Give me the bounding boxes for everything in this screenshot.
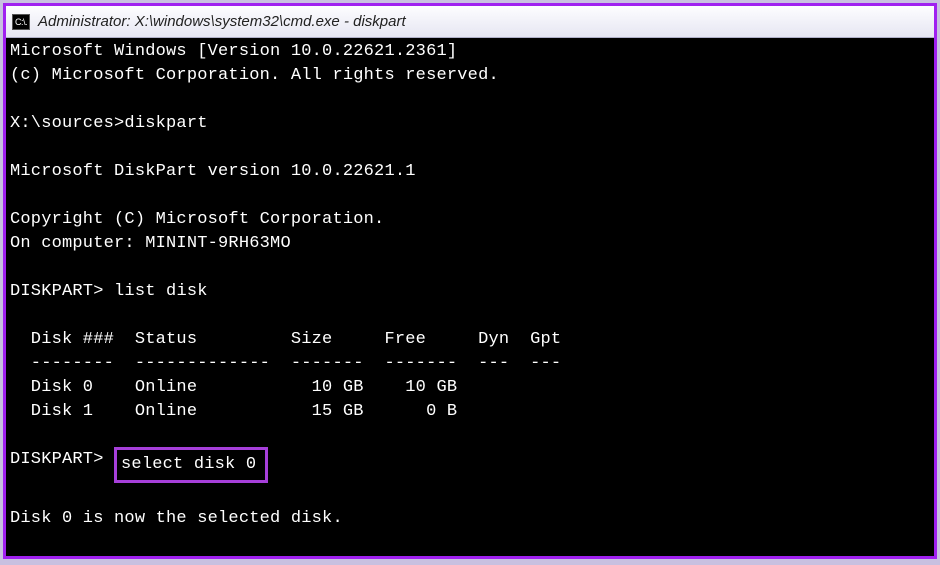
banner-line: Microsoft Windows [Version 10.0.22621.23…	[10, 40, 930, 64]
disk-table-row: Disk 0 Online 10 GB 10 GB	[10, 376, 930, 400]
disk-table-divider: -------- ------------- ------- ------- -…	[10, 352, 930, 376]
blank-line	[10, 304, 930, 328]
prompt-command: diskpart	[124, 114, 207, 133]
terminal-area[interactable]: Microsoft Windows [Version 10.0.22621.23…	[6, 38, 934, 556]
blank-line	[10, 136, 930, 160]
disk-table-header: Disk ### Status Size Free Dyn Gpt	[10, 328, 930, 352]
blank-line	[10, 256, 930, 280]
titlebar[interactable]: C:\. Administrator: X:\windows\system32\…	[6, 6, 934, 38]
diskpart-version: Microsoft DiskPart version 10.0.22621.1	[10, 160, 930, 184]
disk-table-row: Disk 1 Online 15 GB 0 B	[10, 400, 930, 424]
highlighted-command: select disk 0	[114, 447, 268, 483]
blank-line	[10, 424, 930, 448]
list-disk-command: list disk	[114, 282, 208, 301]
blank-line	[10, 184, 930, 208]
banner-line: (c) Microsoft Corporation. All rights re…	[10, 64, 930, 88]
result-line: Disk 0 is now the selected disk.	[10, 507, 930, 531]
diskpart-prompt-line: DISKPART> list disk	[10, 280, 930, 304]
window-frame: C:\. Administrator: X:\windows\system32\…	[3, 3, 937, 559]
diskpart-prompt: DISKPART>	[10, 450, 104, 469]
diskpart-copyright: Copyright (C) Microsoft Corporation.	[10, 208, 930, 232]
blank-line	[10, 483, 930, 507]
prompt-prefix: X:\sources>	[10, 114, 124, 133]
blank-line	[10, 88, 930, 112]
diskpart-prompt: DISKPART>	[10, 282, 104, 301]
prompt-line: X:\sources>diskpart	[10, 112, 930, 136]
cmd-icon: C:\.	[12, 14, 30, 30]
diskpart-prompt-line: DISKPART> select disk 0	[10, 448, 930, 483]
window-title: Administrator: X:\windows\system32\cmd.e…	[38, 13, 406, 30]
diskpart-computer: On computer: MININT-9RH63MO	[10, 232, 930, 256]
